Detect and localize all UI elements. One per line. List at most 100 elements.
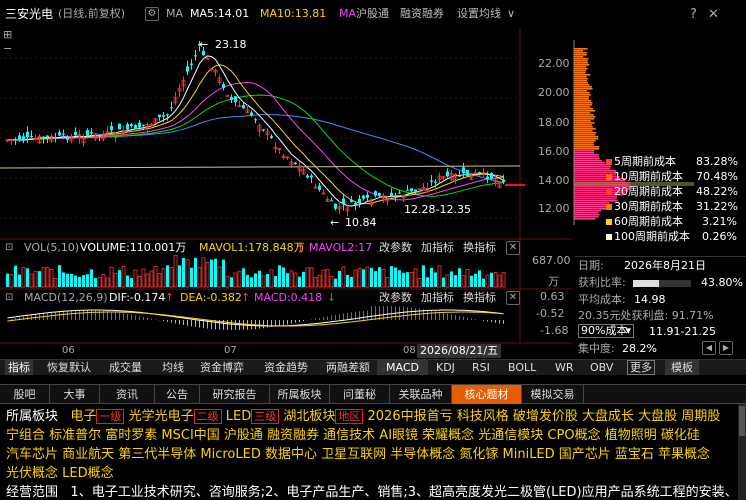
- tab-template[interactable]: 模板: [665, 360, 699, 375]
- volume-bar: [478, 270, 481, 287]
- vol-close-icon[interactable]: ✕: [506, 241, 520, 255]
- chip-bar: [574, 90, 588, 92]
- tab-capital-game[interactable]: 资金博弈: [200, 360, 244, 375]
- tab-ma[interactable]: 均线: [162, 360, 184, 375]
- cost-label: 60周期前成本: [614, 215, 683, 228]
- chip-bar: [574, 66, 587, 68]
- current-price-line: [505, 184, 525, 186]
- macd-swap-indicator-button[interactable]: 换指标: [463, 291, 496, 305]
- reference-line: [0, 165, 521, 169]
- candle-body: [166, 114, 169, 116]
- tab-related[interactable]: 关联品种: [390, 385, 452, 404]
- cost-range-value: 11.91-21.25: [649, 325, 716, 338]
- tab-ask-secretary[interactable]: 问董秘: [330, 385, 390, 404]
- candle-body: [162, 115, 165, 117]
- tab-indicator[interactable]: 指标: [5, 360, 33, 375]
- scrollbar-thumb[interactable]: [739, 406, 745, 436]
- vol-settings-icon[interactable]: ⊡: [5, 241, 13, 255]
- tab-macd[interactable]: MACD: [377, 360, 428, 375]
- cost-percent-select[interactable]: 90%成本 ▾: [578, 324, 634, 338]
- candle-body: [58, 132, 61, 136]
- volume-bar: [458, 268, 461, 287]
- volume-bar: [338, 270, 341, 287]
- cost-swatch: [606, 174, 612, 180]
- sector-line-3[interactable]: 汽车芯片 商业航天 第三代半导体 MicroLED 数据中心 卫星互联网 半导体…: [6, 445, 710, 464]
- tab-more[interactable]: 更多: [627, 360, 655, 375]
- prev-arrow-button[interactable]: ◀: [702, 341, 716, 355]
- volume-bar: [274, 275, 277, 287]
- tab-events[interactable]: 大事: [50, 385, 100, 404]
- macd-add-indicator-button[interactable]: 加指标: [421, 291, 454, 305]
- high-arrow-icon: ←: [199, 38, 209, 51]
- tab-rsi[interactable]: RSI: [472, 360, 490, 375]
- sector-line-1: 所属板块 电子 一级 光学光电子 二级 LED 三级 湖北板块 地区 2026中报首亏 …: [6, 407, 746, 426]
- cost-legend-row: 100周期前成本 0.26%: [600, 230, 746, 245]
- volume-bar: [26, 268, 29, 287]
- volume-bar: [321, 269, 326, 288]
- chip-bar: [574, 144, 595, 146]
- tab-news[interactable]: 资讯: [100, 385, 155, 404]
- sector-item[interactable]: LED: [226, 409, 251, 424]
- cost-percent-value: 90%成本: [581, 324, 628, 337]
- vol-swap-indicator-button[interactable]: 换指标: [463, 241, 496, 255]
- tab-sectors[interactable]: 所属板块: [270, 385, 330, 404]
- macd-settings-icon[interactable]: ⊡: [5, 291, 13, 305]
- volume-bar: [417, 278, 422, 288]
- tab-capital-trend[interactable]: 资金趋势: [264, 360, 308, 375]
- vol-add-indicator-button[interactable]: 加指标: [421, 241, 454, 255]
- tab-boll[interactable]: BOLL: [508, 360, 536, 375]
- vol-change-params-button[interactable]: 改参数: [379, 241, 412, 255]
- volume-bar: [237, 270, 242, 288]
- sector-label: 所属板块: [6, 409, 59, 424]
- sector-item[interactable]: 光学光电子: [129, 409, 194, 424]
- candle-body: [310, 175, 313, 178]
- sector-themes-line1[interactable]: 2026中报首亏 科技风格 破增发价股 大盘成长 大盘股 周期股: [368, 409, 721, 424]
- volume-bar: [14, 265, 17, 287]
- avg-cost-value: 14.98: [634, 293, 666, 306]
- sector-item[interactable]: 湖北板块: [283, 409, 335, 424]
- volume-bar: [214, 258, 217, 287]
- tab-wr[interactable]: WR: [555, 360, 574, 375]
- candle-body: [350, 199, 353, 203]
- chip-bar: [574, 52, 587, 54]
- ma60-line: [7, 113, 504, 184]
- chip-bar: [574, 156, 599, 158]
- tab-core-themes[interactable]: 核心题材: [452, 385, 522, 404]
- candle-body: [110, 126, 113, 131]
- volume-bar: [33, 270, 38, 288]
- volume-bar: [470, 275, 473, 287]
- tab-obv[interactable]: OBV: [590, 360, 613, 375]
- chip-info-panel: 日期: 2026年8月21日 获利比率: 43.80% 平均成本: 14.98 …: [575, 256, 746, 356]
- chip-bar: [574, 74, 591, 76]
- tab-margin-diff[interactable]: 两融差额: [326, 360, 370, 375]
- volume-panel-header: ⊡ VOL(5,10) VOLUME:110.001万 MAVOL1:178.8…: [0, 240, 572, 256]
- content-scrollbar[interactable]: [738, 404, 746, 500]
- macd-close-icon[interactable]: ✕: [506, 291, 520, 305]
- candle-body: [54, 137, 57, 139]
- candle-body: [374, 191, 377, 196]
- sector-line-4[interactable]: 光伏概念 LED概念: [6, 464, 114, 483]
- cost-label: 10周期前成本: [614, 170, 683, 183]
- chip-axis-20: 20.00: [538, 86, 570, 99]
- next-arrow-button[interactable]: ▶: [719, 341, 733, 355]
- tab-research[interactable]: 研究报告: [200, 385, 270, 404]
- macd-change-params-button[interactable]: 改参数: [379, 291, 412, 305]
- tab-volume[interactable]: 成交量: [109, 360, 142, 375]
- tab-stock-bar[interactable]: 股吧: [0, 385, 50, 404]
- volume-bar: [182, 257, 185, 287]
- volume-bar: [78, 276, 81, 287]
- volume-bar: [161, 268, 166, 288]
- sector-line-2[interactable]: 宁组合 标准普尔 富时罗素 MSCI中国 沪股通 融资融券 通信技术 AI眼镜 …: [6, 426, 700, 445]
- tab-kdj[interactable]: KDJ: [436, 360, 455, 375]
- volume-bar: [49, 268, 54, 288]
- chip-bar: [574, 70, 586, 72]
- chip-axis-18: 18.00: [538, 116, 570, 129]
- tab-simulated-trading[interactable]: 模拟交易: [522, 385, 584, 404]
- tab-reset-default[interactable]: 恢复默认: [47, 360, 91, 375]
- volume-bar: [485, 274, 490, 288]
- sector-item[interactable]: 电子: [70, 409, 96, 424]
- volume-bar: [269, 269, 274, 288]
- volume-bar: [201, 257, 206, 288]
- cost-value: 83.28%: [696, 155, 738, 168]
- tab-announcements[interactable]: 公告: [155, 385, 200, 404]
